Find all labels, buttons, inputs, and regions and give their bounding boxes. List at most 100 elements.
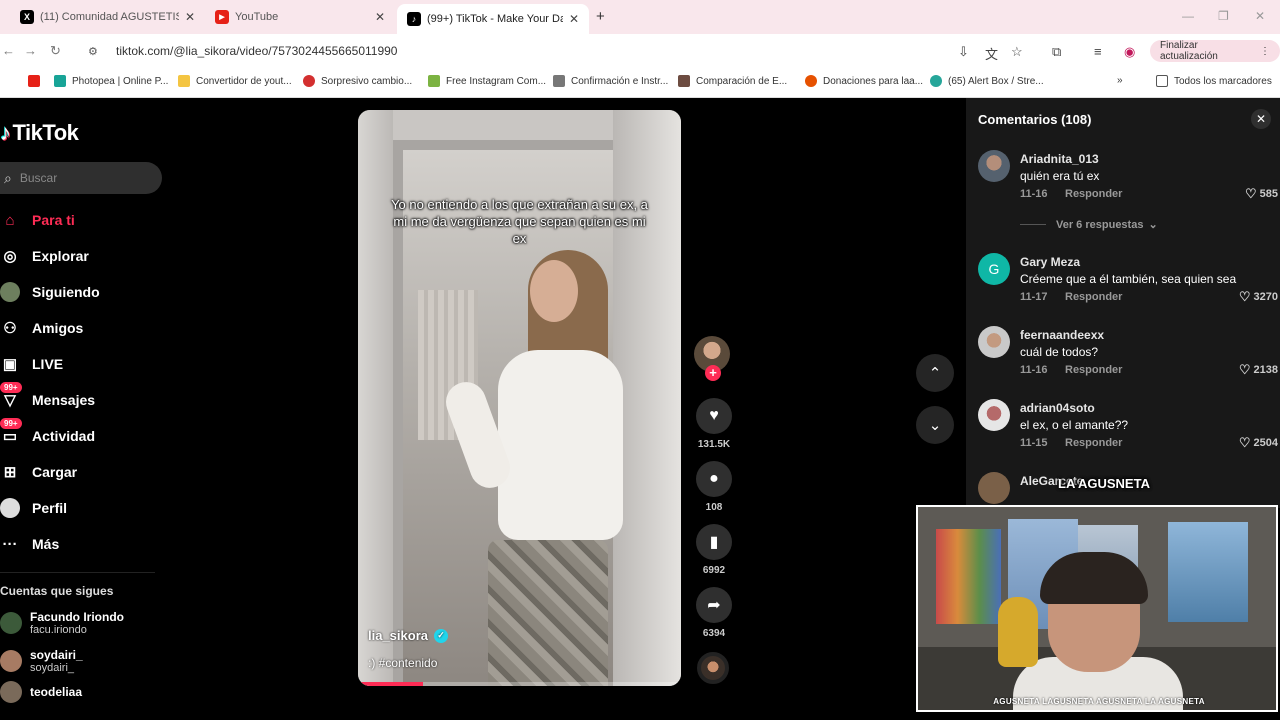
nav-label: Para ti — [32, 212, 75, 228]
more-bookmarks-icon[interactable]: » — [1117, 75, 1123, 86]
nav-actividad[interactable]: ▭ 99+ Actividad — [0, 418, 95, 448]
avatar[interactable] — [978, 472, 1010, 504]
nav-cargar[interactable]: ⊞ Cargar — [0, 460, 77, 484]
avatar[interactable] — [978, 150, 1010, 182]
comment-like-button[interactable]: ♡ 2504 — [1223, 435, 1278, 451]
chevron-up-icon: ⌃ — [928, 365, 942, 382]
minimize-icon[interactable]: — — [1182, 9, 1194, 23]
nav-label: Amigos — [32, 320, 84, 336]
account-handle: soydairi_ — [30, 661, 75, 674]
avatar[interactable] — [978, 399, 1010, 431]
reload-icon[interactable]: ↻ — [50, 43, 61, 59]
nav-amigos[interactable]: ⚇ Amigos — [0, 316, 83, 340]
share-action[interactable]: ➦ 6394 — [695, 587, 733, 639]
window-close-icon[interactable]: ✕ — [1255, 9, 1265, 23]
url-text: tiktok.com/@lia_sikora/video/75730244556… — [116, 44, 398, 58]
bookmark-comparacion[interactable]: Comparación de E... — [678, 75, 787, 87]
nav-label: Más — [32, 536, 60, 552]
nav-mas[interactable]: ··· Más — [0, 532, 60, 556]
following-account[interactable]: teodeliaa — [0, 680, 82, 704]
site-settings-icon[interactable]: ⚙ — [88, 45, 102, 58]
bookmark-sorpresivo[interactable]: Sorpresivo cambio... — [303, 75, 412, 87]
comment-action[interactable]: ● 108 — [695, 461, 733, 513]
comment-user[interactable]: adrian04soto — [1020, 401, 1095, 415]
maximize-icon[interactable]: ❐ — [1218, 9, 1229, 23]
close-icon[interactable]: ✕ — [1251, 109, 1271, 129]
comment-text: quién era tú ex — [1020, 169, 1100, 183]
reply-button[interactable]: Responder — [1065, 188, 1122, 200]
close-icon[interactable]: ✕ — [185, 10, 195, 24]
reply-button[interactable]: Responder — [1065, 437, 1122, 449]
following-account[interactable]: Facundo Iriondo facu.iriondo — [0, 607, 124, 639]
close-icon[interactable]: ✕ — [569, 12, 579, 26]
nav-live[interactable]: ▣ LIVE — [0, 352, 63, 376]
follow-plus-icon[interactable]: + — [705, 365, 721, 381]
save-action[interactable]: ▮ 6992 — [695, 524, 733, 576]
previous-video-button[interactable]: ⌃ — [916, 354, 954, 392]
video-scene — [498, 350, 623, 540]
comment-user[interactable]: feernaandeexx — [1020, 328, 1104, 342]
all-bookmarks[interactable]: Todos los marcadores — [1156, 75, 1272, 87]
search-placeholder: Buscar — [19, 171, 58, 185]
nav-explorar[interactable]: ◎ Explorar — [0, 244, 88, 268]
comment-user[interactable]: Ariadnita_013 — [1020, 152, 1099, 166]
heart-outline-icon: ♡ — [1238, 362, 1251, 377]
webcam-scene — [936, 529, 1001, 624]
comment-like-button[interactable]: ♡ 585 — [1223, 186, 1278, 202]
bookmark-instagram[interactable]: Free Instagram Com... — [428, 75, 546, 87]
comment-icon[interactable]: ● — [696, 461, 732, 497]
comment-text: el ex, o el amante?? — [1020, 418, 1129, 432]
close-icon[interactable]: ✕ — [375, 10, 385, 24]
comment-user[interactable]: Gary Meza — [1020, 255, 1080, 269]
tab-youtube[interactable]: ▶ YouTube ✕ — [205, 4, 395, 30]
video-player[interactable]: Yo no entiendo a los que extrañan a su e… — [358, 110, 681, 686]
bookmark-confirmacion[interactable]: Confirmación e Instr... — [553, 75, 668, 87]
tab-tiktok[interactable]: ♪ (99+) TikTok - Make Your Day ✕ — [397, 4, 589, 34]
profile-avatar-icon[interactable]: ◉ — [1124, 44, 1135, 60]
media-icon[interactable]: ≡ — [1094, 44, 1102, 59]
bookmark-icon[interactable]: ▮ — [696, 524, 732, 560]
reply-button[interactable]: Responder — [1065, 291, 1122, 303]
comment-like-button[interactable]: ♡ 3270 — [1223, 289, 1278, 305]
back-icon[interactable]: ← — [2, 43, 15, 58]
comment-like-button[interactable]: ♡ 2138 — [1223, 362, 1278, 378]
nav-mensajes[interactable]: ▽ 99+ Mensajes — [0, 382, 95, 412]
install-icon[interactable]: ⇩ — [958, 44, 969, 60]
bookmark-donaciones[interactable]: Donaciones para laa... — [805, 75, 923, 87]
forward-icon[interactable]: → — [24, 43, 37, 58]
tiktok-logo[interactable]: ♪TikTok — [0, 120, 79, 146]
music-disc-icon[interactable] — [697, 652, 729, 684]
tiktok-note-icon: ♪ — [0, 120, 11, 145]
video-author[interactable]: lia_sikora ✓ — [368, 628, 448, 643]
reply-button[interactable]: Responder — [1065, 364, 1122, 376]
live-icon: ▣ — [2, 356, 18, 373]
comment-text: Créeme que a él también, sea quien sea — [1020, 272, 1237, 286]
heart-outline-icon: ♡ — [1238, 435, 1251, 450]
following-account[interactable]: soydairi_ soydairi_ — [0, 645, 83, 677]
new-tab-icon[interactable]: + — [596, 8, 605, 25]
stream-brand-logo: LA AGUSNETA — [1058, 476, 1150, 491]
bookmark-alertbox[interactable]: (65) Alert Box / Stre... — [930, 75, 1044, 87]
url-field[interactable]: ⚙ tiktok.com/@lia_sikora/video/757302445… — [78, 39, 1038, 63]
update-button[interactable]: Finalizar actualización ⋮ — [1150, 40, 1280, 62]
next-video-button[interactable]: ⌄ — [916, 406, 954, 444]
video-progress-bar[interactable] — [358, 682, 681, 686]
heart-icon[interactable]: ♥ — [696, 398, 732, 434]
avatar[interactable] — [978, 326, 1010, 358]
translate-icon[interactable]: 文 — [985, 44, 998, 63]
share-icon[interactable]: ➦ — [696, 587, 732, 623]
nav-perfil[interactable]: Perfil — [0, 496, 67, 520]
view-replies-button[interactable]: Ver 6 respuestas ⌄ — [1020, 218, 1158, 231]
bookmark-photopea[interactable]: Photopea | Online P... — [54, 75, 168, 87]
like-action[interactable]: ♥ 131.5K — [695, 398, 733, 450]
tab-x-community[interactable]: X (11) Comunidad AGUSTETISMO ✕ — [10, 4, 205, 30]
avatar[interactable]: G — [978, 253, 1010, 285]
search-input[interactable]: ⌕ Buscar — [0, 162, 162, 194]
bookmark-converter[interactable]: Convertidor de yout... — [178, 75, 292, 87]
nav-siguiendo[interactable]: Siguiendo — [0, 280, 100, 304]
nav-para-ti[interactable]: ⌂ Para ti — [0, 208, 75, 232]
extensions-icon[interactable]: ⧉ — [1052, 44, 1061, 60]
kebab-menu-icon[interactable]: ⋮ — [1260, 46, 1270, 57]
star-icon[interactable]: ☆ — [1011, 44, 1023, 60]
youtube-bookmark-icon[interactable] — [28, 75, 46, 87]
